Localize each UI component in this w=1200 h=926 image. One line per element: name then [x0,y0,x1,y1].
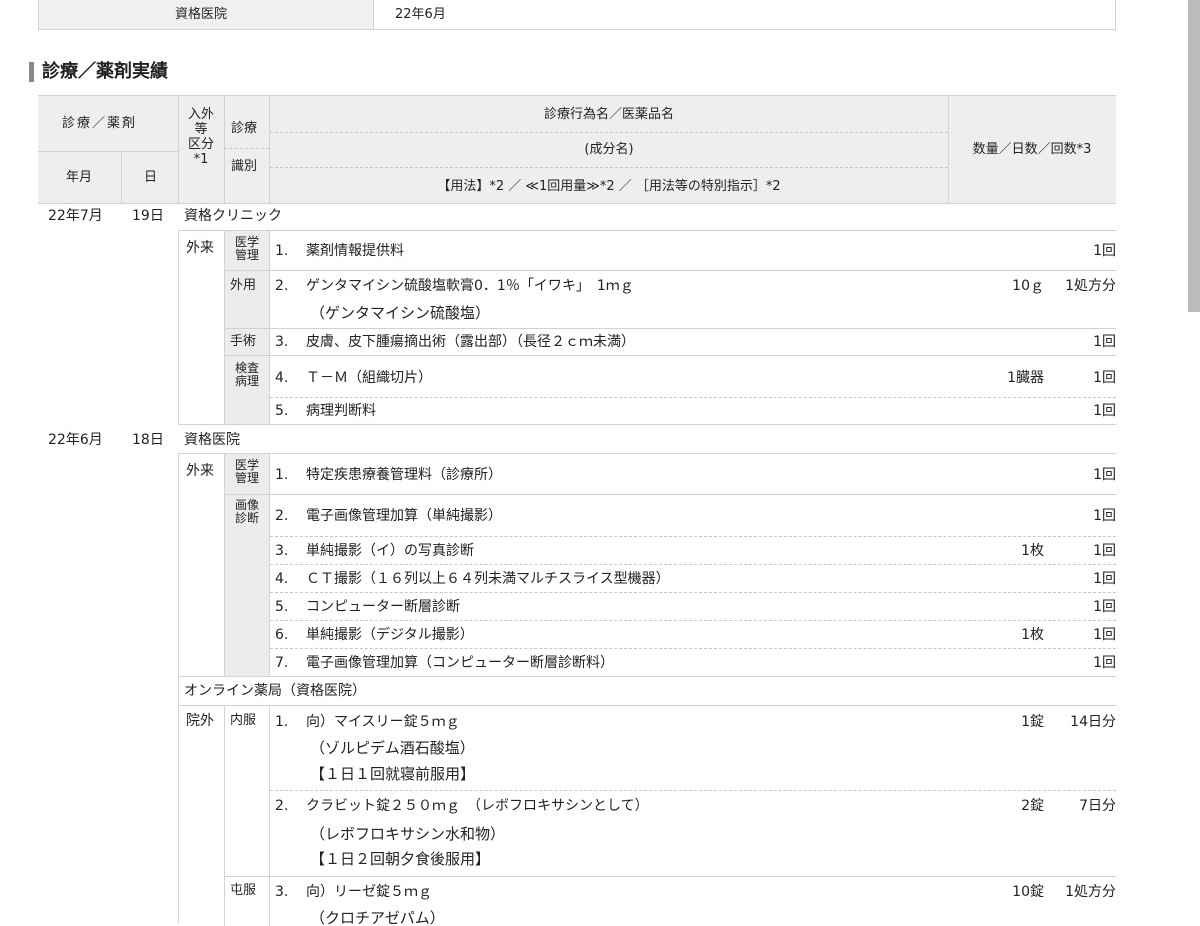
top-row-value: 22年6月 [395,7,446,22]
top-row-label: 資格医院 [175,7,228,22]
header-shinryo-yakuzai: 診療／薬剤 [62,116,138,131]
table-row: 2. クラビット錠２５０ｍｇ （レボフロキサシンとして） （レボフロキサシン水和… [275,798,1116,868]
table-row: 7. 電子画像管理加算（コンピューター断層診断料） 1回 [275,655,1116,671]
group2-ym: 22年6月 [48,432,103,448]
table-row: 1. 特定疾患療養管理料（診療所） 1回 [275,467,1116,483]
table-row: 3. 単純撮影（イ）の写真診断 1枚 1回 [275,543,1116,559]
table-row: 2. 電子画像管理加算（単純撮影） 1回 [275,508,1116,524]
table-row: 5. コンピューター断層診断 1回 [275,599,1116,615]
table-row: 3. 向）リーゼ錠５ｍｇ （クロチアゼパム） 10錠 1処方分 [275,884,1116,926]
pharmacy-category-naifuku: 内服 [230,713,257,728]
header-nyugai: 入外 等 区分 *1 [187,107,214,167]
section-title: 診療／薬剤実績 [42,61,168,82]
group1-ym: 22年7月 [48,208,103,224]
table-row: 5. 病理判断料 1回 [275,403,1116,419]
group1-category-igaku: 医学 管理 [234,235,259,262]
group1-category-shujutsu: 手術 [230,334,257,349]
top-info-row: 資格医院 22年6月 [38,0,1116,30]
group2-nyugai: 外来 [186,463,214,479]
table-row: 4. Ｔ－Ｍ（組織切片） 1臓器 1回 [275,370,1116,386]
header-quantity: 数量／日数／回数*3 [972,142,1092,157]
group1-facility: 資格クリニック [184,208,282,224]
group1-nyugai: 外来 [186,240,214,256]
scrollbar-thumb[interactable] [1188,0,1200,312]
pharmacy-category-tonpuku: 屯服 [230,883,257,898]
header-nengetsu: 年月 [66,170,93,185]
group2-category-gazo: 画像 診断 [234,498,259,525]
section-title-bar [29,62,34,82]
header-name-line1: 診療行為名／医薬品名 [543,107,674,122]
table-row: 1. 薬剤情報提供料 1回 [275,243,1116,259]
group2-category-igaku: 医学 管理 [234,458,259,485]
header-hi: 日 [144,170,158,185]
table-row: 3. 皮膚、皮下腫瘍摘出術（露出部）（長径２ｃｍ未満） 1回 [275,334,1116,350]
table-row: 1. 向）マイスリー錠５ｍｇ （ゾルピデム酒石酸塩） 【１日１回就寝前服用】 1… [275,714,1116,783]
group2-facility: 資格医院 [184,432,240,448]
group1-category-kensa: 検査 病理 [234,361,259,388]
group2-day: 18日 [132,432,164,448]
header-shinryo: 診療 [231,121,258,136]
group1-category-gaiyo: 外用 [230,278,257,293]
header-shikibetsu: 識別 [231,159,258,174]
header-name-line3: 【用法】*2 ／ ≪1回用量≫*2 ／ ［用法等の特別指示］*2 [437,179,781,194]
table-row: 4. ＣＴ撮影（１６列以上６４列未満マルチスライス型機器） 1回 [275,571,1116,587]
group1-day: 19日 [132,208,164,224]
pharmacy-facility: オンライン薬局（資格医院） [184,683,366,699]
table-row: 2. ゲンタマイシン硫酸塩軟膏0．1％「イワキ」 1ｍｇ （ゲンタマイシン硫酸塩… [275,278,1116,322]
table-row: 6. 単純撮影（デジタル撮影） 1枚 1回 [275,627,1116,643]
pharmacy-nyugai: 院外 [186,713,214,729]
group2-category-column [224,454,269,676]
header-name-line2: (成分名) [584,142,634,157]
